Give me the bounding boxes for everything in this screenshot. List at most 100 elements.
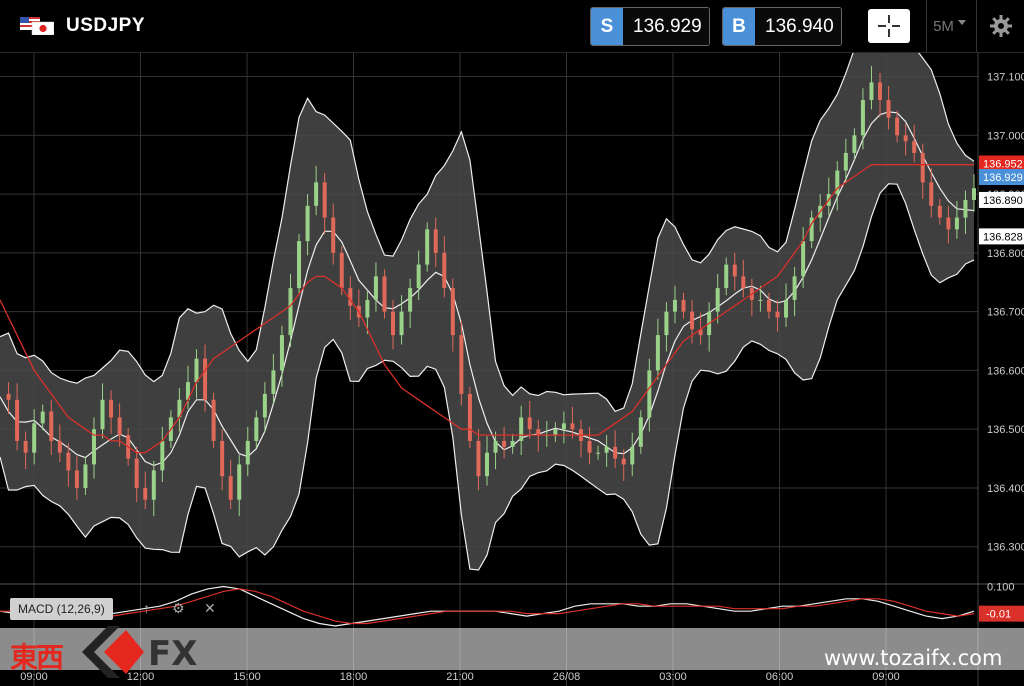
sell-quote-button[interactable]: S 136.929 [590, 7, 710, 46]
candle-body [912, 141, 917, 153]
buy-quote-button[interactable]: B 136.940 [722, 7, 842, 46]
dropdown-caret-icon [957, 20, 966, 25]
y-tick-label: 136.700 [987, 307, 1024, 319]
x-tick-label: 15:00 [233, 671, 261, 683]
candle-body [672, 299, 677, 312]
candle-body [869, 82, 874, 101]
candle-body [373, 276, 378, 300]
timeframe-selector[interactable]: 5M [926, 0, 973, 52]
website-url: www.tozaifx.com [824, 646, 1003, 670]
x-tick-label: 21:00 [446, 671, 474, 683]
candle-body [886, 100, 891, 118]
brand-mark-icon [82, 626, 144, 678]
y-tick-label: 137.100 [987, 72, 1024, 84]
candle-body [40, 411, 45, 424]
buy-price: 136.940 [755, 8, 841, 45]
price-tag-label: 136.929 [983, 172, 1023, 184]
sell-label: S [591, 8, 623, 45]
candle-body [237, 464, 242, 500]
candle-body [536, 429, 541, 436]
candle-body [15, 399, 20, 441]
candle-body [339, 252, 344, 289]
candle-body [109, 399, 114, 418]
candle-body [450, 288, 455, 336]
price-tags: 136.952136.929 136.890 136.828 [979, 155, 1024, 245]
candle-body [860, 100, 865, 136]
candle-body [391, 311, 396, 336]
candle-body [476, 440, 481, 477]
price-chart[interactable]: 137.100137.000136.900136.800136.700136.6… [0, 53, 1024, 686]
candle-body [570, 423, 575, 430]
gear-icon[interactable]: ⚙ [172, 600, 185, 617]
candle-body [681, 299, 686, 312]
candle-body [758, 299, 763, 301]
arrow-up-icon[interactable]: ↑ [143, 600, 150, 616]
candle-body [613, 446, 618, 459]
candle-body [100, 399, 105, 430]
y-tick-label: 136.300 [987, 542, 1024, 554]
candle-body [553, 429, 558, 436]
brand-logo-cn: 東西 [10, 641, 64, 674]
candle-body [647, 370, 652, 418]
macd-indicator-label[interactable]: MACD (12,26,9) [10, 598, 113, 620]
candle-body [416, 264, 421, 289]
candle-body [254, 417, 259, 441]
crosshair-button[interactable] [868, 9, 910, 43]
flag-us-jp-icon [20, 17, 54, 35]
candle-body [331, 217, 336, 253]
candle-body [49, 411, 54, 441]
candle-body [510, 440, 515, 447]
candle-body [963, 199, 968, 218]
candle-body [74, 470, 79, 488]
candle-body [442, 252, 447, 289]
brand-logo-fx: FX [148, 634, 198, 674]
close-icon[interactable]: ✕ [204, 600, 216, 617]
candle-body [561, 423, 566, 430]
candle-body [972, 188, 976, 200]
candle-body [715, 288, 720, 312]
macd-tick-label: 0.100 [987, 581, 1015, 593]
timeframe-value: 5M [933, 17, 954, 35]
candle-body [655, 335, 660, 371]
candle-body [775, 311, 780, 318]
macd-panel: 0.100 -0.01 [0, 581, 1024, 627]
price-tag-label: 136.890 [983, 195, 1023, 207]
candle-body [322, 182, 327, 218]
candle-body [946, 217, 951, 230]
settings-button[interactable] [976, 0, 1024, 52]
candle-body [638, 417, 643, 447]
candle-body [245, 440, 250, 465]
candle-body [920, 152, 925, 183]
candle-body [143, 487, 148, 500]
candle-body [895, 117, 900, 136]
candle-body [621, 458, 626, 465]
x-tick-label: 18:00 [340, 671, 368, 683]
candle-body [724, 264, 729, 289]
candle-body [262, 393, 267, 418]
candle-body [228, 476, 233, 500]
candle-body [382, 276, 387, 312]
candle-body [493, 440, 498, 453]
candle-body [160, 440, 165, 471]
candle-body [305, 205, 310, 242]
candle-body [279, 335, 284, 371]
candle-body [527, 417, 532, 430]
candle-body [203, 358, 208, 400]
candle-body [6, 393, 11, 400]
candle-body [690, 311, 695, 330]
buy-label: B [723, 8, 755, 45]
candle-body [766, 299, 771, 312]
sell-price: 136.929 [623, 8, 709, 45]
y-tick-label: 136.400 [987, 483, 1024, 495]
candle-body [57, 440, 62, 453]
y-tick-label: 136.800 [987, 248, 1024, 260]
candle-body [741, 276, 746, 289]
candle-body [502, 440, 507, 447]
candle-body [929, 182, 934, 206]
candle-body [801, 241, 806, 277]
candle-body [596, 452, 601, 454]
candle-body [937, 205, 942, 218]
x-tick-label: 06:00 [766, 671, 794, 683]
candle-body [288, 288, 293, 336]
y-tick-label: 136.600 [987, 365, 1024, 377]
